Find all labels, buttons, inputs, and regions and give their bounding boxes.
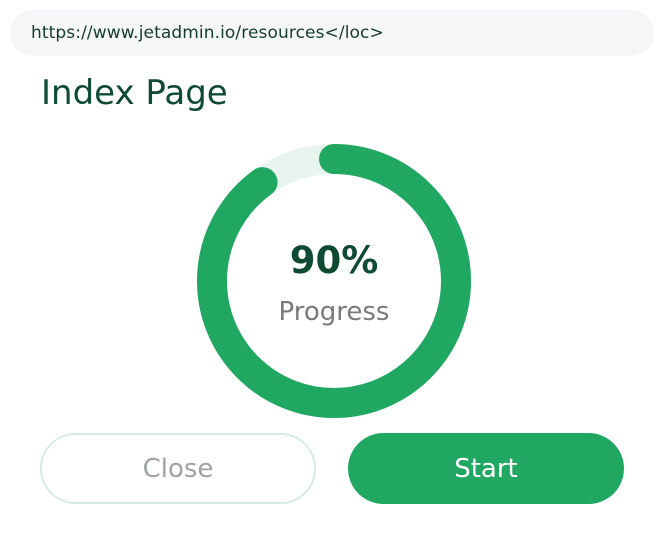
- url-text: https://www.jetadmin.io/resources</loc>: [31, 23, 384, 43]
- progress-center: 90% Progress: [194, 141, 474, 421]
- start-button[interactable]: Start: [348, 433, 624, 504]
- progress-ring: 90% Progress: [194, 141, 474, 421]
- page-title: Index Page: [41, 73, 228, 113]
- url-bar[interactable]: https://www.jetadmin.io/resources</loc>: [10, 10, 654, 56]
- progress-percent: 90%: [289, 239, 379, 282]
- progress-label: Progress: [278, 297, 390, 327]
- close-button[interactable]: Close: [40, 433, 316, 504]
